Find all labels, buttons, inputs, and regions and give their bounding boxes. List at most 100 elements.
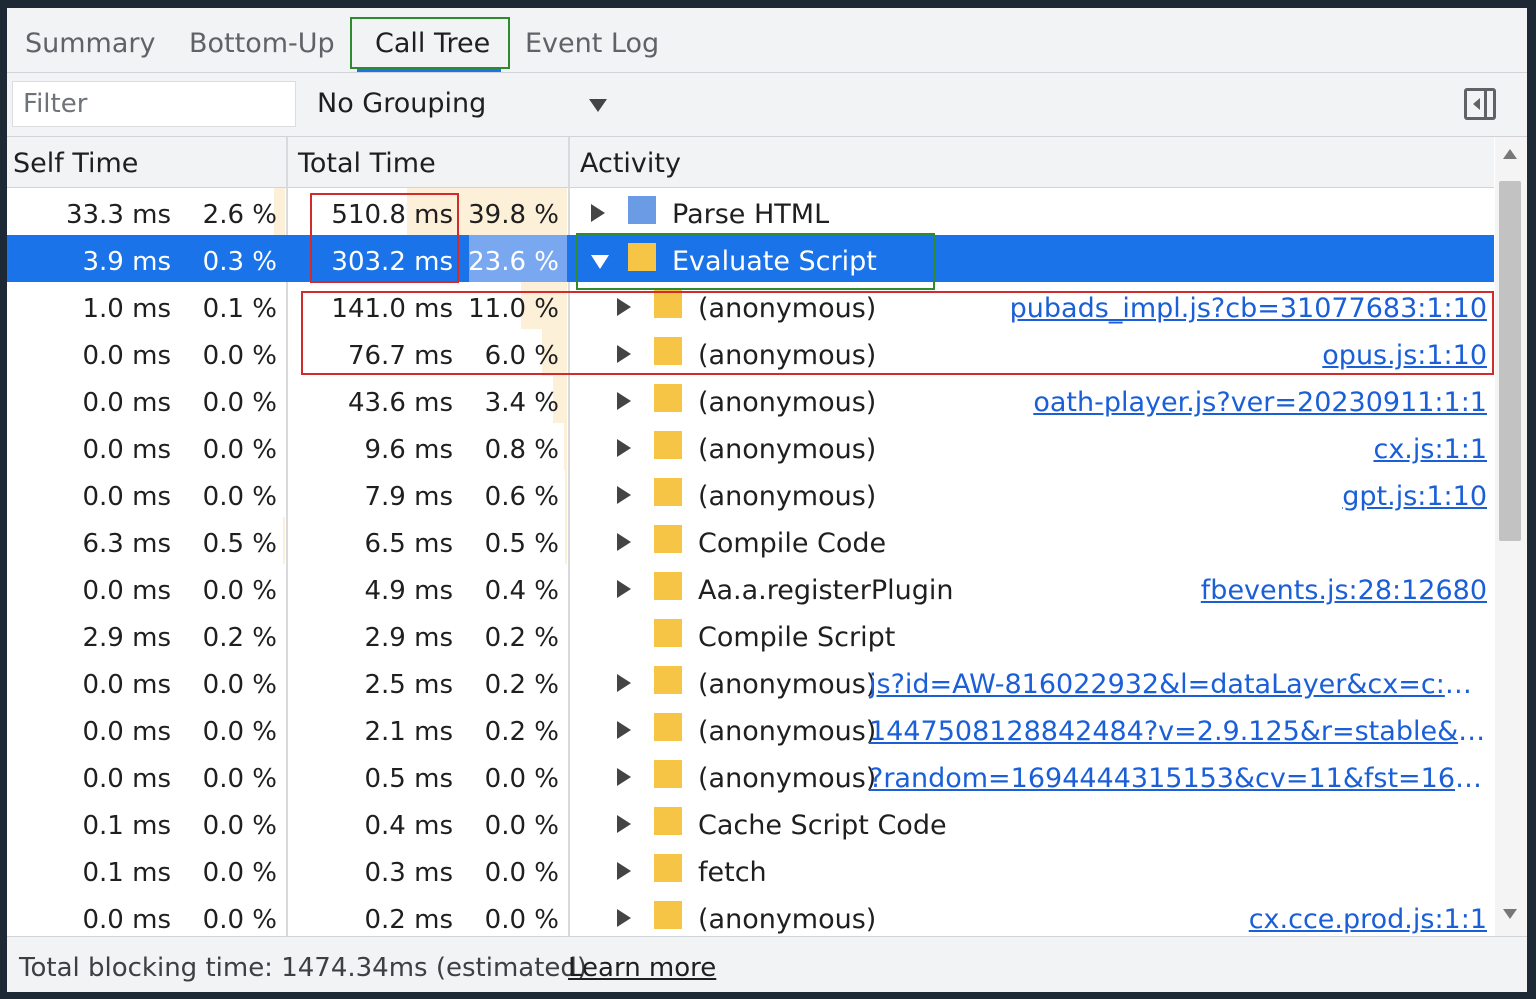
source-link[interactable]: fbevents.js:28:12680 [869,564,1487,611]
tab-summary[interactable]: Summary [7,8,173,72]
collapsed-arrow-icon[interactable] [617,298,631,316]
self-time-value: 0.0 ms [82,482,172,512]
total-time-value: 2.9 ms [364,623,454,653]
table-row[interactable]: 0.0 ms 0.0 % 0.2 ms 0.0 % (anonymous) cx.cce.… [7,893,1494,938]
activity-name: (anonymous) [698,669,877,700]
table-row[interactable]: 33.3 ms 2.6 % 510.8 ms 39.8 % Parse HTML [7,188,1494,235]
category-color-swatch [654,525,682,553]
source-link[interactable]: pubads_impl.js?cb=31077683:1:10 [869,282,1487,329]
scroll-down-icon[interactable] [1503,909,1517,919]
self-time-percent: 0.0 % [202,764,277,794]
scrollbar-thumb[interactable] [1499,181,1521,541]
collapsed-arrow-icon[interactable] [617,580,631,598]
source-link[interactable]: opus.js:1:10 [869,329,1487,376]
table-row[interactable]: 0.0 ms 0.0 % 76.7 ms 6.0 % (anonymous) opus.j… [7,329,1494,376]
source-link[interactable]: 1447508128842484?v=2.9.125&r=stable&dom… [869,705,1487,752]
activity-name: (anonymous) [698,763,877,794]
filter-input[interactable] [12,81,296,127]
activity-name: Parse HTML [672,199,830,230]
scroll-up-icon[interactable] [1503,149,1517,159]
total-time-value: 0.2 ms [364,905,454,935]
collapsed-arrow-icon[interactable] [617,345,631,363]
self-time-percent: 0.0 % [202,811,277,841]
total-time-percent: 11.0 % [468,294,559,324]
column-total-time[interactable]: Total Time [298,137,436,187]
table-row[interactable]: 1.0 ms 0.1 % 141.0 ms 11.0 % (anonymous) puba… [7,282,1494,329]
table-row[interactable]: 0.1 ms 0.0 % 0.4 ms 0.0 % Cache Script Code [7,799,1494,846]
table-row[interactable]: 0.0 ms 0.0 % 43.6 ms 3.4 % (anonymous) oath-p… [7,376,1494,423]
table-row[interactable]: 0.0 ms 0.0 % 2.1 ms 0.2 % (anonymous) 1447508… [7,705,1494,752]
table-row[interactable]: 6.3 ms 0.5 % 6.5 ms 0.5 % Compile Code [7,517,1494,564]
total-time-percent: 0.0 % [484,811,559,841]
expanded-arrow-icon[interactable] [591,255,609,269]
self-time-value: 2.9 ms [82,623,172,653]
table-row[interactable]: 2.9 ms 0.2 % 2.9 ms 0.2 % Compile Script [7,611,1494,658]
grouping-select[interactable]: No Grouping [317,81,617,127]
sidebar-toggle-icon[interactable] [1464,88,1496,120]
activity-name: Compile Code [698,528,887,559]
self-time-percent: 0.1 % [202,294,277,324]
category-color-swatch [654,619,682,647]
learn-more-link[interactable]: Learn more [568,937,716,992]
collapsed-arrow-icon[interactable] [617,721,631,739]
collapsed-arrow-icon[interactable] [617,815,631,833]
category-color-swatch [654,807,682,835]
source-link[interactable]: js?id=AW-816022932&l=dataLayer&cx=c:1:1 [869,658,1487,705]
table-row[interactable]: 0.0 ms 0.0 % 0.5 ms 0.0 % (anonymous) ?random… [7,752,1494,799]
self-time-value: 1.0 ms [82,294,172,324]
activity-name: (anonymous) [698,434,877,465]
activity-name: (anonymous) [698,716,877,747]
source-link[interactable]: oath-player.js?ver=20230911:1:1 [869,376,1487,423]
collapsed-arrow-icon[interactable] [617,862,631,880]
source-link[interactable]: cx.cce.prod.js:1:1 [869,893,1487,938]
table-row[interactable]: 3.9 ms 0.3 % 303.2 ms 23.6 % Evaluate Script [7,235,1494,282]
collapsed-arrow-icon[interactable] [617,909,631,927]
self-time-value: 0.1 ms [82,858,172,888]
self-time-value: 3.9 ms [82,247,172,277]
table-row[interactable]: 0.0 ms 0.0 % 9.6 ms 0.8 % (anonymous) cx.js:1… [7,423,1494,470]
vertical-scrollbar[interactable] [1495,137,1527,937]
self-time-percent: 0.0 % [202,858,277,888]
self-time-percent: 0.0 % [202,482,277,512]
collapsed-arrow-icon[interactable] [617,533,631,551]
total-time-percent: 0.8 % [484,435,559,465]
total-time-bar [564,517,567,564]
source-link[interactable]: ?random=1694444315153&cv=11&fst=169444… [869,752,1487,799]
collapsed-arrow-icon[interactable] [591,204,605,222]
column-self-time[interactable]: Self Time [13,137,138,187]
source-link[interactable]: gpt.js:1:10 [869,470,1487,517]
collapsed-arrow-icon[interactable] [617,486,631,504]
activity-name: (anonymous) [698,387,877,418]
category-color-swatch [654,431,682,459]
self-time-percent: 0.2 % [202,623,277,653]
column-activity[interactable]: Activity [580,137,681,187]
collapsed-arrow-icon[interactable] [617,439,631,457]
self-time-percent: 0.0 % [202,576,277,606]
chevron-down-icon [589,99,607,112]
total-time-percent: 3.4 % [484,388,559,418]
tab-event-log[interactable]: Event Log [507,8,677,72]
total-time-value: 4.9 ms [364,576,454,606]
collapsed-arrow-icon[interactable] [617,768,631,786]
tab-call-tree[interactable]: Call Tree [357,8,508,72]
total-time-value: 76.7 ms [347,341,453,371]
tab-bar: Summary Bottom-Up Call Tree Event Log [7,8,1527,73]
category-color-swatch [654,854,682,882]
total-time-percent: 0.0 % [484,905,559,935]
total-time-percent: 0.5 % [484,529,559,559]
collapsed-arrow-icon[interactable] [617,392,631,410]
activity-name: Cache Script Code [698,810,947,841]
total-time-value: 43.6 ms [347,388,453,418]
category-color-swatch [654,384,682,412]
collapsed-arrow-icon[interactable] [617,674,631,692]
table-row[interactable]: 0.0 ms 0.0 % 2.5 ms 0.2 % (anonymous) js?id=A… [7,658,1494,705]
table-row[interactable]: 0.1 ms 0.0 % 0.3 ms 0.0 % fetch [7,846,1494,893]
table-row[interactable]: 0.0 ms 0.0 % 4.9 ms 0.4 % Aa.a.registerPlugi… [7,564,1494,611]
activity-name: (anonymous) [698,293,877,324]
category-color-swatch [654,337,682,365]
tab-bottom-up[interactable]: Bottom-Up [171,8,353,72]
table-row[interactable]: 0.0 ms 0.0 % 7.9 ms 0.6 % (anonymous) gpt.js:… [7,470,1494,517]
self-time-percent: 0.5 % [202,529,277,559]
total-time-value: 0.5 ms [364,764,454,794]
source-link[interactable]: cx.js:1:1 [869,423,1487,470]
